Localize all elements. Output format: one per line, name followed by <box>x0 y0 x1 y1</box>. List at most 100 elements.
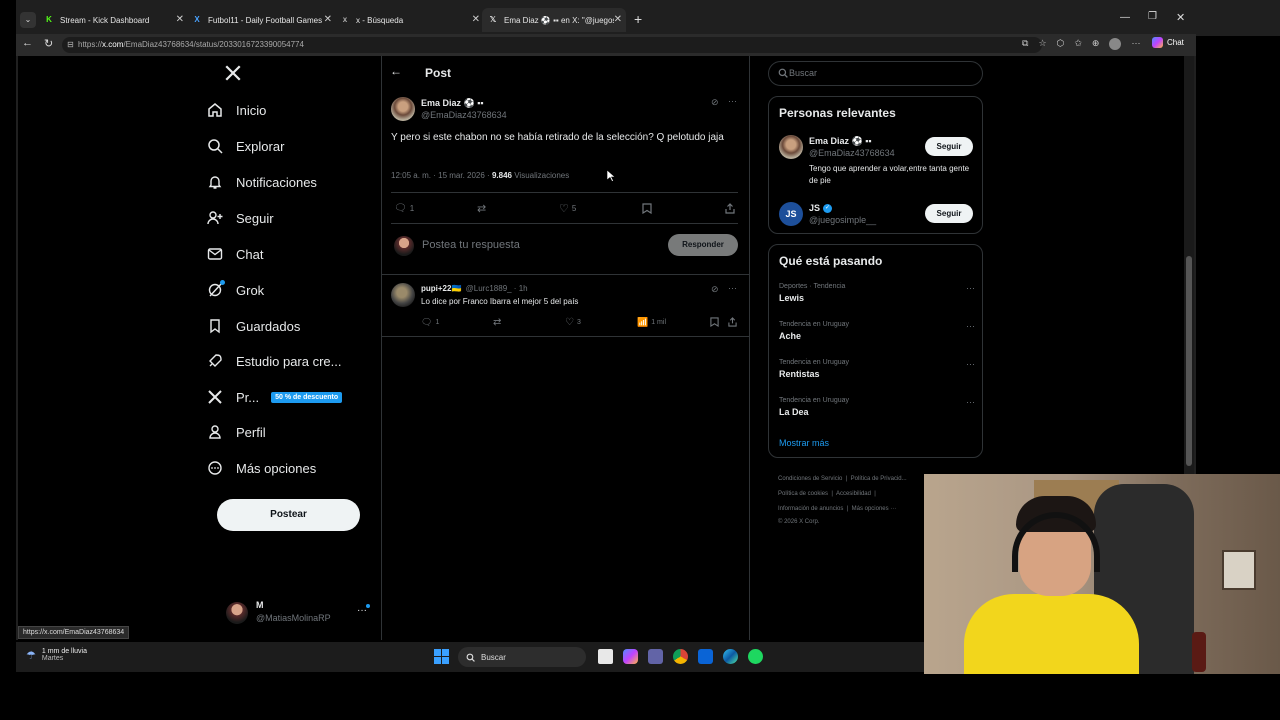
reload-button[interactable]: ↻ <box>44 37 53 50</box>
bookmark-icon[interactable] <box>642 202 652 214</box>
follow-button[interactable]: Seguir <box>925 204 973 223</box>
copilot-chat-button[interactable]: Chat <box>1152 37 1184 48</box>
share-icon[interactable] <box>728 317 737 327</box>
avatar[interactable] <box>779 135 803 159</box>
person-handle[interactable]: @juegosimple__ <box>809 215 876 225</box>
calendar-app-icon[interactable] <box>598 649 613 664</box>
close-tab-icon[interactable]: ✕ <box>472 14 480 25</box>
repost-icon[interactable]: ⇄ <box>477 202 486 215</box>
back-button[interactable]: ← <box>22 37 33 49</box>
trend-item[interactable]: Deportes · Tendencia Lewis ··· <box>779 283 975 303</box>
sidebar-item-chat[interactable]: Chat <box>206 240 263 268</box>
sidebar-item-mas-opciones[interactable]: Más opciones <box>206 454 316 482</box>
trend-item[interactable]: Tendencia en Uruguay La Dea ··· <box>779 397 975 417</box>
trend-item[interactable]: Tendencia en Uruguay Ache ··· <box>779 321 975 341</box>
sidebar-item-estudio[interactable]: Estudio para cre... <box>206 347 342 375</box>
favorites-icon[interactable]: ✩ <box>1074 38 1082 50</box>
maximize-button[interactable]: ❐ <box>1148 11 1157 22</box>
footer-link[interactable]: Accesibilidad <box>836 491 871 497</box>
collections-icon[interactable]: ⊕ <box>1092 38 1100 50</box>
taskbar-search[interactable]: Buscar <box>458 647 586 667</box>
sidebar-item-grok[interactable]: Grok <box>206 276 264 304</box>
footer-link[interactable]: Condiciones de Servicio <box>778 476 842 482</box>
reply-author-name[interactable]: pupi+22🇺🇦 <box>421 284 461 293</box>
sidebar-item-seguir[interactable]: Seguir <box>206 204 274 232</box>
footer-link[interactable]: Política de Privacid... <box>851 476 907 482</box>
share-icon[interactable] <box>725 202 735 214</box>
trend-more-icon[interactable]: ··· <box>966 321 975 331</box>
url-input[interactable]: ⊟ https://x.com/EmaDiaz43768634/status/2… <box>62 37 1042 53</box>
close-tab-icon[interactable]: ✕ <box>324 14 332 25</box>
outlook-app-icon[interactable] <box>698 649 713 664</box>
sidebar-item-inicio[interactable]: Inicio <box>206 96 266 124</box>
profile-avatar[interactable] <box>1109 38 1122 50</box>
reply-button[interactable]: 🗨 1 <box>421 317 439 328</box>
like-button[interactable]: ♡ 5 <box>559 202 576 215</box>
sidebar-item-explorar[interactable]: Explorar <box>206 132 284 160</box>
extensions-icon[interactable]: ⬡ <box>1057 38 1065 50</box>
scrollbar-thumb[interactable] <box>1186 256 1192 466</box>
show-more-link[interactable]: Mostrar más <box>779 438 829 448</box>
grok-explain-icon[interactable]: ⊘ <box>711 284 719 295</box>
grok-explain-icon[interactable]: ⊘ <box>711 97 719 108</box>
footer-link[interactable]: Política de cookies <box>778 491 828 497</box>
tab-kick[interactable]: K Stream - Kick Dashboard ✕ <box>44 10 184 30</box>
post-author-handle[interactable]: @EmaDiaz43768634 <box>421 110 507 120</box>
weather-widget[interactable]: ☂ 1 mm de lluvia Martes <box>26 648 87 662</box>
post-more-icon[interactable]: ··· <box>728 96 737 106</box>
views-button[interactable]: 📶 1 mil <box>637 317 666 328</box>
sidebar-item-perfil[interactable]: Perfil <box>206 418 266 446</box>
sidebar-item-premium[interactable]: Pr... 50 % de descuento <box>206 383 343 411</box>
site-info-icon[interactable]: ⊟ <box>67 37 74 53</box>
chrome-app-icon[interactable] <box>673 649 688 664</box>
account-switcher[interactable]: M @MatiasMolinaRP ··· <box>224 598 374 628</box>
footer-link[interactable]: Más opciones ··· <box>852 506 897 512</box>
avatar[interactable] <box>391 97 415 121</box>
sidebar-item-notificaciones[interactable]: Notificaciones <box>206 168 317 196</box>
windows-start-icon[interactable] <box>434 649 449 664</box>
trend-item[interactable]: Tendencia en Uruguay Rentistas ··· <box>779 359 975 379</box>
reply-more-icon[interactable]: ··· <box>728 283 737 293</box>
trend-more-icon[interactable]: ··· <box>966 283 975 293</box>
trend-more-icon[interactable]: ··· <box>966 397 975 407</box>
person-name[interactable]: JS <box>809 203 820 213</box>
avatar[interactable]: JS <box>779 202 803 226</box>
reply-input[interactable]: Postea tu respuesta <box>422 239 652 251</box>
search-box[interactable]: Buscar <box>768 61 983 86</box>
tab-current-post[interactable]: 𝕏 Ema Diaz ⚽ ▪▪ en X: "@juegosim ✕ <box>482 8 626 32</box>
more-menu-icon[interactable]: ··· <box>1131 38 1140 50</box>
copilot-app-icon[interactable] <box>623 649 638 664</box>
like-button[interactable]: ♡ 3 <box>565 317 581 328</box>
repost-icon[interactable]: ⇄ <box>493 317 501 328</box>
app-available-icon[interactable]: ⧉ <box>1022 38 1028 50</box>
x-logo-icon[interactable] <box>224 64 244 84</box>
spotify-app-icon[interactable] <box>748 649 763 664</box>
footer-link[interactable]: Información de anuncios <box>778 506 843 512</box>
close-tab-icon[interactable]: ✕ <box>176 14 184 25</box>
reply-handle-time[interactable]: @Lurc1889_ · 1h <box>466 284 528 293</box>
avatar[interactable] <box>391 283 415 307</box>
tab-x-search[interactable]: x x - Búsqueda ✕ <box>340 10 480 30</box>
post-time[interactable]: 12:05 a. m. · 15 mar. 2026 · <box>391 171 490 180</box>
back-arrow-button[interactable]: ← <box>390 64 402 78</box>
bookmark-icon[interactable] <box>710 317 719 327</box>
post-button[interactable]: Postear <box>217 499 360 531</box>
close-tab-icon[interactable]: ✕ <box>614 14 622 25</box>
sidebar-item-guardados[interactable]: Guardados <box>206 312 300 340</box>
reply-button[interactable]: 🗨 1 <box>394 203 414 214</box>
post-author-name[interactable]: Ema Diaz ⚽ ▪▪ <box>421 98 484 109</box>
search-input[interactable]: Buscar <box>789 68 817 78</box>
person-handle[interactable]: @EmaDiaz43768634 <box>809 148 895 158</box>
tab-futbol11[interactable]: X Futbol11 - Daily Football Games ✕ <box>192 10 332 30</box>
tab-list-button[interactable]: ⌄ <box>20 12 36 28</box>
edge-app-icon[interactable] <box>723 649 738 664</box>
reply-submit-button[interactable]: Responder <box>668 234 738 256</box>
close-window-button[interactable]: ✕ <box>1176 11 1185 24</box>
teams-app-icon[interactable] <box>648 649 663 664</box>
new-tab-button[interactable]: + <box>634 11 642 27</box>
person-name[interactable]: Ema Diaz ⚽ ▪▪ <box>809 136 872 147</box>
minimize-button[interactable]: — <box>1120 12 1130 23</box>
follow-button[interactable]: Seguir <box>925 137 973 156</box>
trend-more-icon[interactable]: ··· <box>966 359 975 369</box>
favorite-star-icon[interactable]: ☆ <box>1038 38 1046 50</box>
